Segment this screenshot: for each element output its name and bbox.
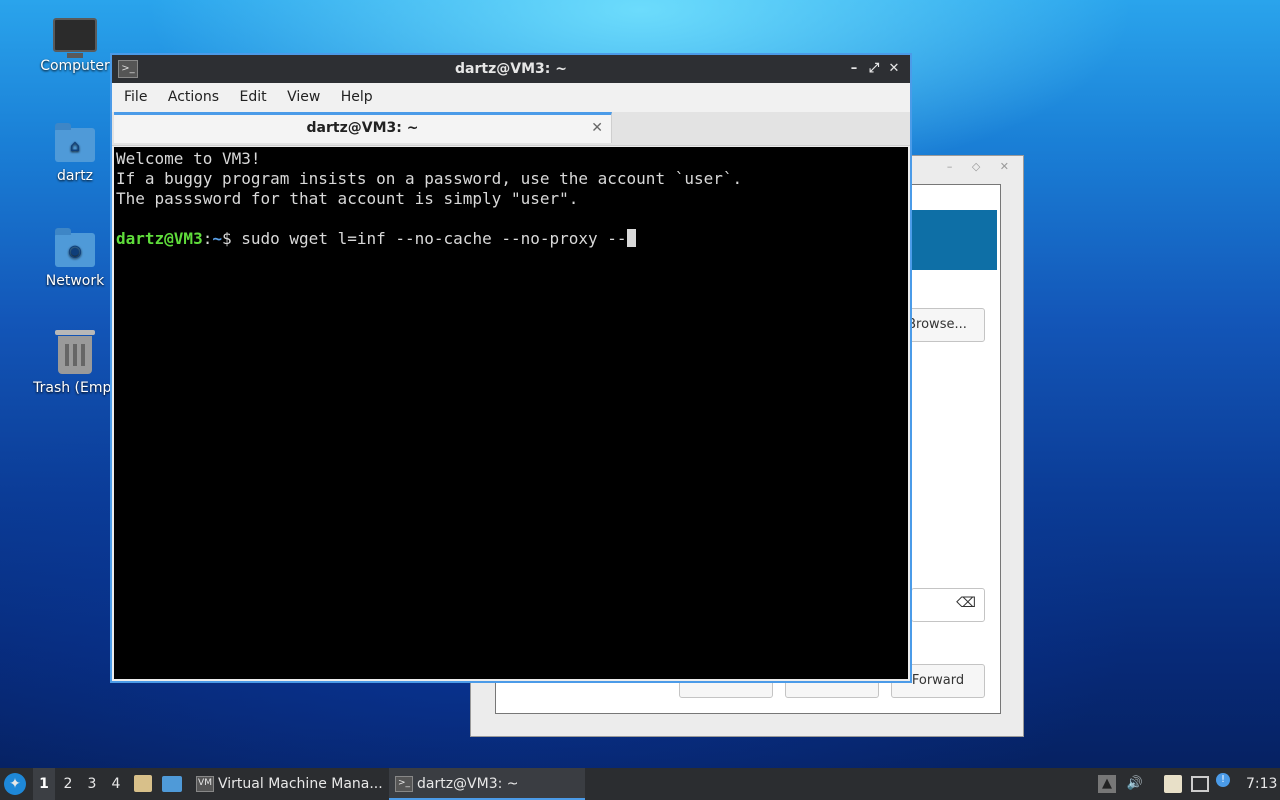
tab-terminal[interactable]: dartz@VM3: ~ ✕ — [114, 112, 612, 143]
vm-manager-icon: VM — [196, 776, 214, 792]
volume-icon[interactable]: 🔊 — [1126, 775, 1144, 793]
prompt-symbol: $ — [221, 229, 242, 248]
prompt-directory: ~ — [212, 229, 222, 248]
menu-actions[interactable]: Actions — [160, 89, 227, 105]
eject-icon[interactable]: ▲ — [1098, 775, 1116, 793]
terminal-titlebar[interactable]: >_ dartz@VM3: ~ – ⤢ ✕ — [112, 55, 910, 83]
show-desktop-icon[interactable] — [162, 776, 182, 792]
workspace-4[interactable]: 4 — [105, 768, 127, 800]
network-folder-icon: ◉ — [55, 228, 95, 267]
close-button[interactable]: ✕ — [884, 55, 904, 83]
dialog-header-banner — [911, 210, 997, 270]
taskbar: ✦ 1 2 3 4 VM Virtual Machine Mana... >_ … — [0, 768, 1280, 800]
close-tab-icon[interactable]: ✕ — [591, 115, 603, 142]
notification-icon[interactable]: ! — [1216, 773, 1230, 787]
task-virtual-machine-manager[interactable]: VM Virtual Machine Mana... — [190, 768, 386, 800]
tab-bar: dartz@VM3: ~ ✕ — [112, 112, 910, 146]
workspace-3[interactable]: 3 — [81, 768, 103, 800]
menu-file[interactable]: File — [116, 89, 155, 105]
start-menu-icon[interactable]: ✦ — [4, 773, 26, 795]
prompt-line: dartz@VM3:~$ sudo wget l=inf --no-cache … — [116, 229, 908, 249]
prompt-user: dartz@VM3 — [116, 229, 203, 248]
computer-icon — [53, 18, 97, 58]
maximize-button[interactable]: ⤢ — [864, 55, 884, 83]
clock[interactable]: 7:13 — [1246, 768, 1277, 800]
minimize-button[interactable]: – — [844, 55, 864, 83]
output-line: Welcome to VM3! — [116, 149, 261, 168]
terminal-output[interactable]: Welcome to VM3! If a buggy program insist… — [114, 147, 908, 679]
trash-icon — [55, 330, 95, 374]
file-manager-launcher-icon[interactable] — [134, 775, 152, 792]
window-controls: – ⤢ ✕ — [844, 55, 904, 83]
task-label: Virtual Machine Mana... — [218, 776, 383, 792]
browse-button-label: Browse... — [907, 317, 967, 332]
menu-edit[interactable]: Edit — [231, 89, 274, 105]
task-terminal[interactable]: >_ dartz@VM3: ~ — [389, 768, 585, 800]
clipboard-icon[interactable] — [1164, 775, 1182, 793]
menu-help[interactable]: Help — [333, 89, 381, 105]
workspace-1[interactable]: 1 — [33, 768, 55, 800]
clear-entry-icon[interactable]: ⌫ — [956, 595, 976, 611]
output-blank-line — [116, 209, 908, 229]
command-text: sudo wget l=inf --no-cache --no-proxy -- — [241, 229, 627, 248]
window-controls[interactable]: – ◇ ✕ — [947, 160, 1017, 173]
terminal-window[interactable]: >_ dartz@VM3: ~ – ⤢ ✕ File Actions Edit Vi… — [110, 53, 912, 683]
tab-label: dartz@VM3: ~ — [306, 120, 419, 136]
network-icon[interactable] — [1191, 776, 1209, 792]
menu-bar: File Actions Edit View Help — [112, 83, 910, 112]
terminal-app-icon: >_ — [118, 60, 138, 78]
window-title: dartz@VM3: ~ — [455, 61, 567, 77]
workspace-2[interactable]: 2 — [57, 768, 79, 800]
text-cursor — [626, 229, 636, 247]
forward-button-label: Forward — [911, 673, 965, 688]
output-line: If a buggy program insists on a password… — [116, 169, 743, 188]
task-label: dartz@VM3: ~ — [417, 776, 519, 792]
path-entry[interactable]: ⌫ — [911, 588, 985, 622]
prompt-separator: : — [202, 229, 213, 248]
output-line: The passsword for that account is simply… — [116, 189, 579, 208]
home-folder-icon: ⌂ — [55, 123, 95, 162]
menu-view[interactable]: View — [279, 89, 328, 105]
terminal-icon: >_ — [395, 776, 413, 792]
